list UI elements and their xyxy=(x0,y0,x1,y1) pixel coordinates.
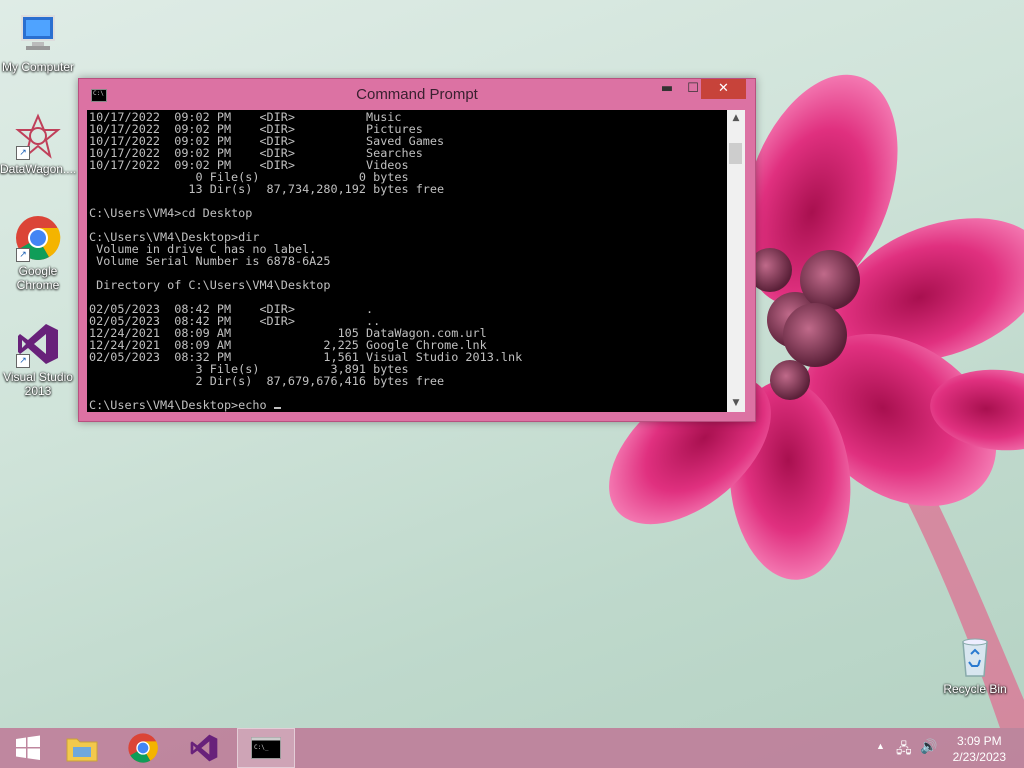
console-text: 10/17/2022 09:02 PM <DIR> Music 10/17/20… xyxy=(87,110,727,411)
desktop-icon-google-chrome[interactable]: ↗ Google Chrome xyxy=(0,214,76,292)
taskbar-clock[interactable]: 3:09 PM 2/23/2023 xyxy=(953,733,1006,765)
console-line: C:\Users\VM4\Desktop>echo xyxy=(89,398,274,412)
taskbar: C:\_ ▲ 🖧 🔊 3:09 PM 2/23/2023 xyxy=(0,728,1024,768)
recycle-bin-icon xyxy=(951,632,999,680)
windows-logo-icon xyxy=(16,735,40,760)
clock-time: 3:09 PM xyxy=(956,734,1002,748)
scroll-thumb[interactable] xyxy=(729,143,742,164)
volume-icon[interactable]: 🔊 xyxy=(920,738,937,755)
shortcut-arrow-icon: ↗ xyxy=(16,354,30,368)
start-button[interactable] xyxy=(0,728,56,768)
cmd-icon: C:\_ xyxy=(251,737,281,759)
desktop-icon-label: My Computer xyxy=(1,60,75,74)
system-tray: ▲ 🖧 🔊 xyxy=(872,728,942,768)
text-cursor xyxy=(273,407,281,409)
scroll-up-icon[interactable]: ▲ xyxy=(727,110,745,127)
close-button[interactable]: ✕ xyxy=(701,79,746,99)
command-prompt-window[interactable]: C:\ Command Prompt ▬ ☐ ✕ 10/17/2022 09:0… xyxy=(78,78,756,422)
console-line: 2 Dir(s) 87,679,676,416 bytes free xyxy=(89,374,445,388)
desktop-icon-label: Visual Studio 2013 xyxy=(3,370,73,398)
desktop-icon-datawagon[interactable]: ↗ DataWagon.... xyxy=(0,112,76,176)
minimize-button[interactable]: ▬ xyxy=(653,79,681,99)
window-titlebar[interactable]: C:\ Command Prompt ▬ ☐ ✕ xyxy=(79,79,755,109)
scroll-down-icon[interactable]: ▼ xyxy=(727,395,745,412)
taskbar-google-chrome[interactable] xyxy=(115,728,171,768)
shortcut-arrow-icon: ↗ xyxy=(16,248,30,262)
taskbar-visual-studio[interactable] xyxy=(176,728,232,768)
desktop-icon-label: Recycle Bin xyxy=(943,682,1007,696)
show-hidden-icons-icon[interactable]: ▲ xyxy=(876,741,885,751)
desktop-icon-label: Google Chrome xyxy=(16,264,60,292)
desktop-icon-label: DataWagon.... xyxy=(0,162,77,176)
vertical-scrollbar[interactable]: ▲ ▼ xyxy=(727,110,745,412)
datawagon-icon: ↗ xyxy=(14,112,62,160)
computer-icon xyxy=(14,10,62,58)
desktop-icon-visual-studio[interactable]: ↗ Visual Studio 2013 xyxy=(0,320,76,398)
folder-icon xyxy=(66,738,98,762)
svg-text:C:\_: C:\_ xyxy=(254,744,269,751)
desktop-icon-my-computer[interactable]: My Computer xyxy=(0,10,76,74)
chrome-icon: ↗ xyxy=(14,214,62,262)
console-line: Directory of C:\Users\VM4\Desktop xyxy=(89,278,331,292)
taskbar-command-prompt[interactable]: C:\_ xyxy=(237,728,295,768)
shortcut-arrow-icon: ↗ xyxy=(16,146,30,160)
visual-studio-icon xyxy=(190,734,218,762)
visual-studio-icon: ↗ xyxy=(14,320,62,368)
taskbar-file-explorer[interactable] xyxy=(54,728,110,768)
console-line: 13 Dir(s) 87,734,280,192 bytes free xyxy=(89,182,445,196)
desktop-icon-recycle-bin[interactable]: Recycle Bin xyxy=(937,632,1013,696)
network-icon[interactable]: 🖧 xyxy=(896,738,912,762)
chrome-icon xyxy=(128,733,158,763)
console-output[interactable]: 10/17/2022 09:02 PM <DIR> Music 10/17/20… xyxy=(87,110,727,412)
console-line: C:\Users\VM4>cd Desktop xyxy=(89,206,253,220)
console-line: Volume Serial Number is 6878-6A25 xyxy=(89,254,331,268)
clock-date: 2/23/2023 xyxy=(952,750,1006,764)
